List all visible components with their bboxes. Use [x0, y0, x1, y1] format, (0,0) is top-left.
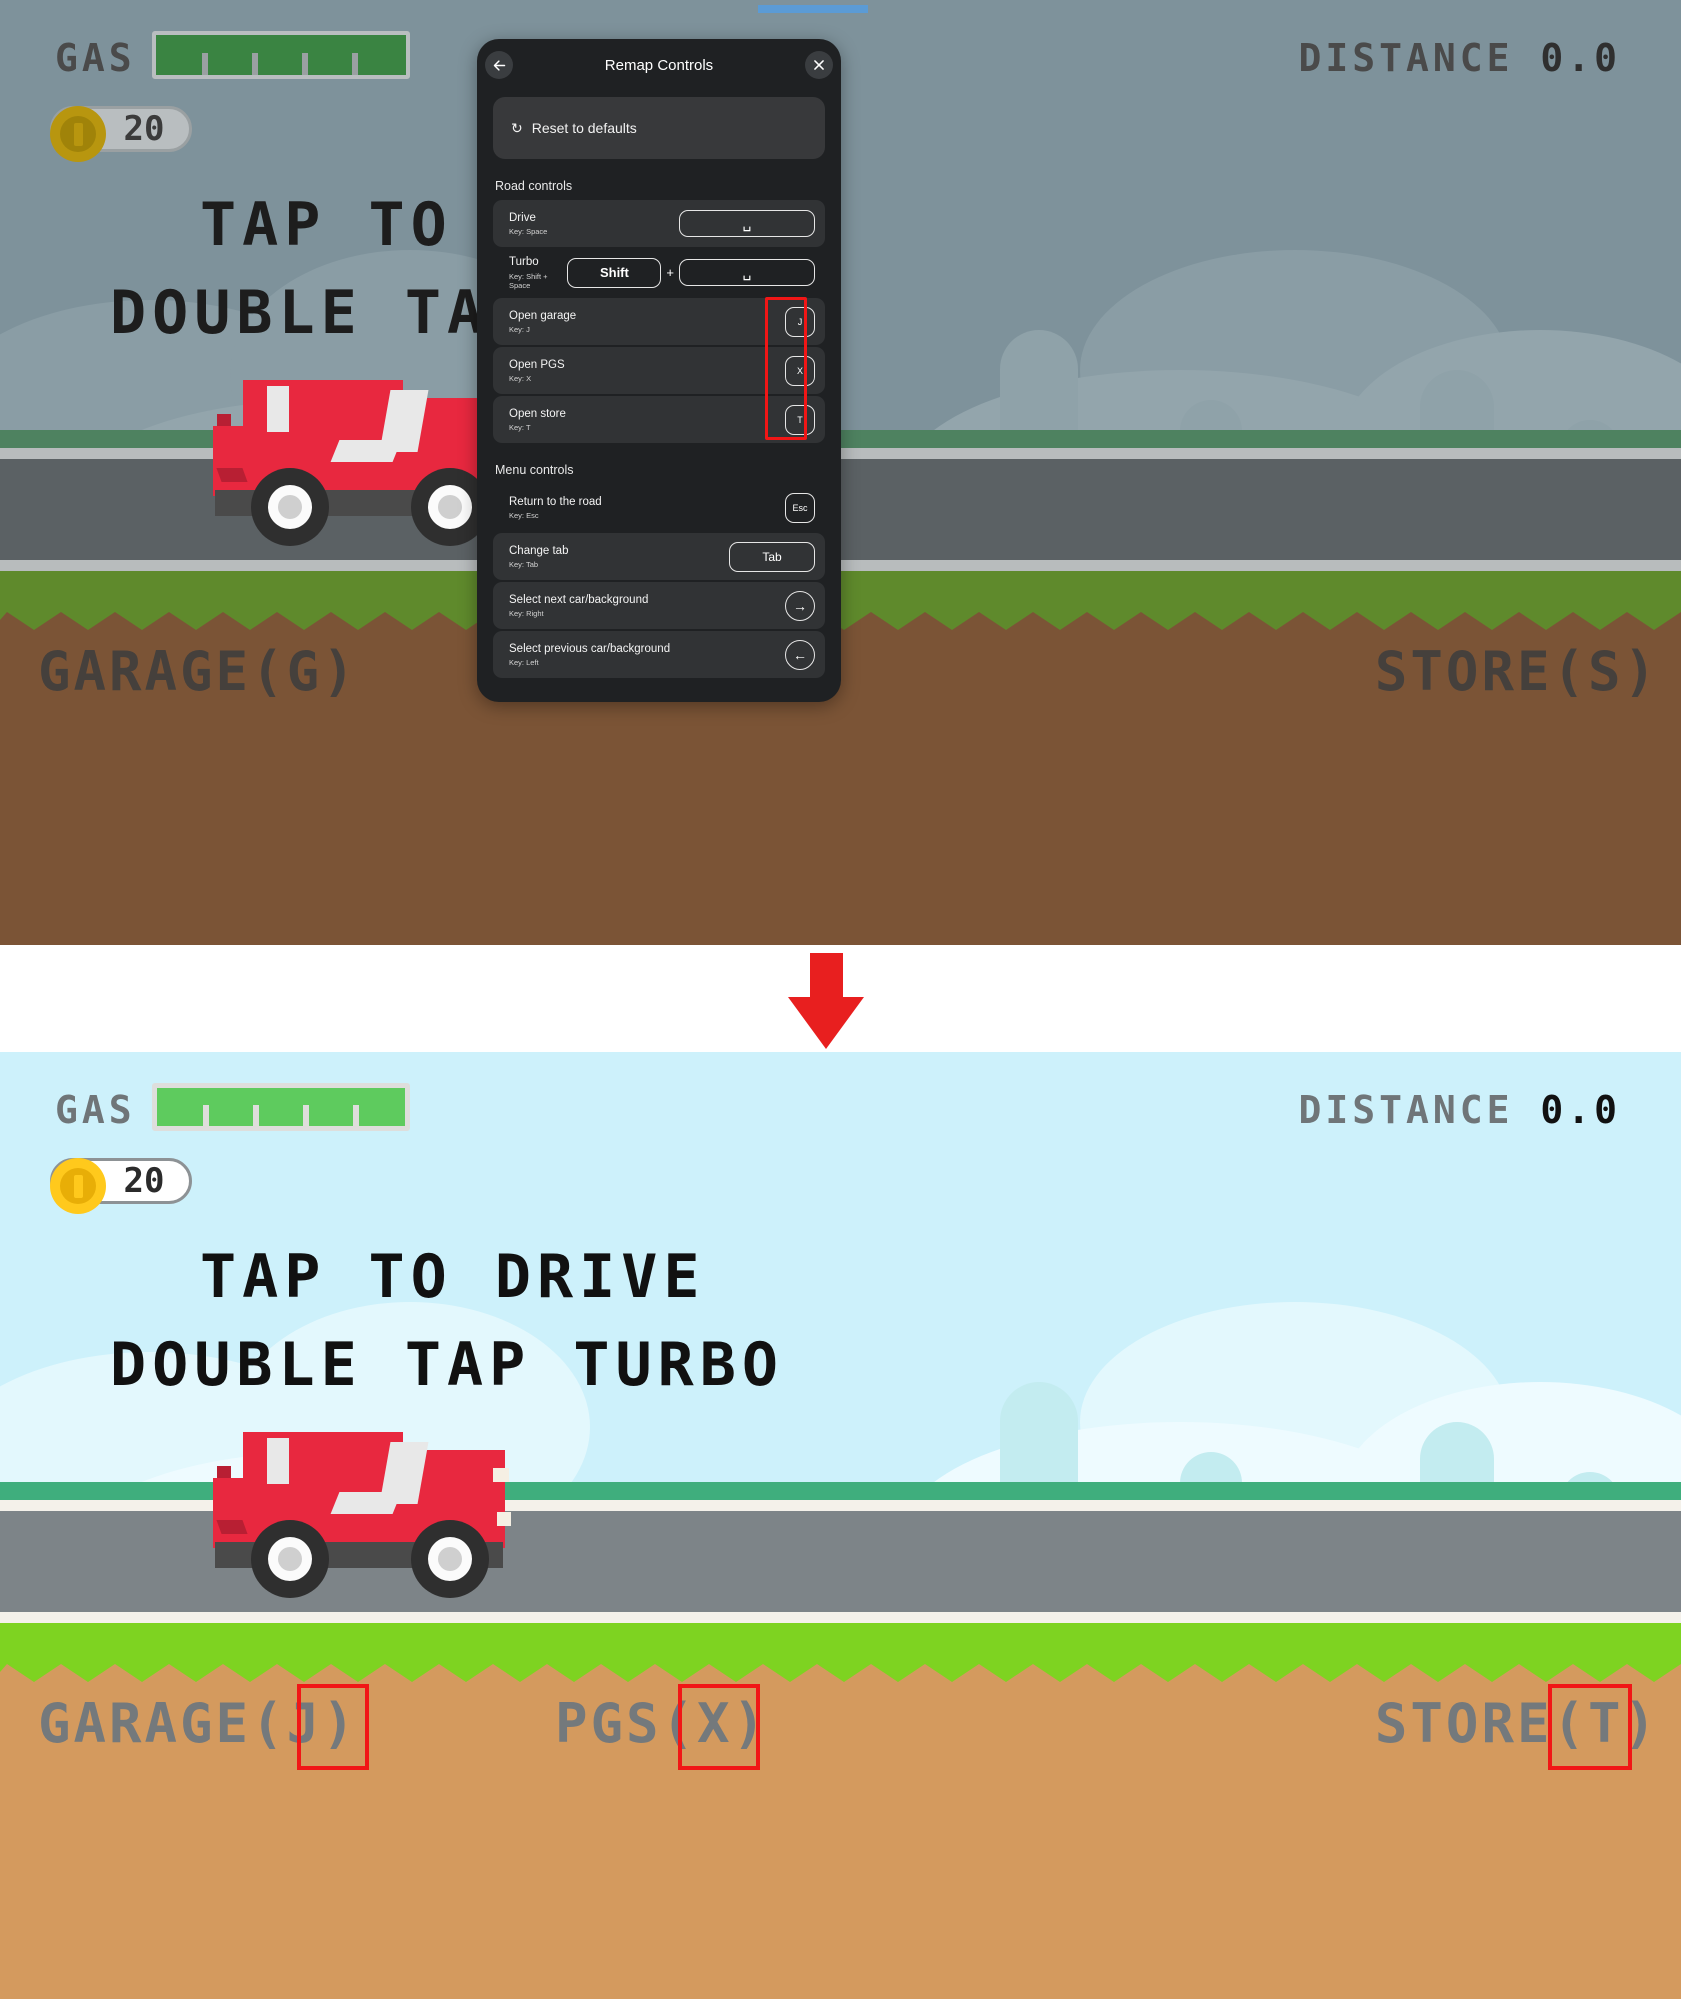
- dialog-title: Remap Controls: [604, 56, 714, 74]
- control-row-select-previous[interactable]: Select previous car/background Key: Left…: [493, 631, 825, 678]
- keycap-esc[interactable]: Esc: [785, 492, 815, 523]
- reset-to-defaults-button[interactable]: ↻ Reset to defaults: [493, 97, 825, 159]
- coin-icon: [50, 1158, 106, 1214]
- distance-readout: DISTANCE 0.0: [1298, 36, 1621, 80]
- screenshot-root: GAS 20 DISTANCE 0.0 TAP TO DRIVE DOUBLE …: [0, 0, 1681, 1999]
- reset-icon: ↻: [511, 120, 523, 136]
- back-button[interactable]: [485, 51, 513, 79]
- game-panel-after: GAS 20 DISTANCE 0.0 TAP TO DRIVE DOUBLE …: [0, 1052, 1681, 1999]
- distance-label: DISTANCE: [1298, 36, 1514, 80]
- control-row-select-next[interactable]: Select next car/background Key: Right →: [493, 582, 825, 629]
- keycap-j[interactable]: J: [785, 306, 815, 337]
- control-key-text: Key: Tab: [509, 560, 539, 570]
- keycap-x[interactable]: X: [785, 355, 815, 386]
- control-row-open-pgs[interactable]: Open PGS Key: X X: [493, 347, 825, 394]
- section-title-road: Road controls: [495, 179, 573, 193]
- road-curb-bottom: [0, 1612, 1681, 1623]
- control-key-text: Key: Esc: [509, 511, 539, 521]
- keycap-arrow-right[interactable]: →: [785, 590, 815, 621]
- control-row-drive[interactable]: Drive Key: Space ␣: [493, 200, 825, 247]
- keycap-t[interactable]: T: [785, 404, 815, 435]
- control-label: Select next car/background: [509, 593, 649, 606]
- nav-store-before[interactable]: STORE(S): [1375, 640, 1659, 703]
- gas-bar: [152, 1083, 410, 1131]
- keycap-label: X: [796, 365, 803, 376]
- control-row-return-to-road[interactable]: Return to the road Key: Esc Esc: [493, 484, 825, 531]
- reset-to-defaults-label: Reset to defaults: [531, 120, 637, 136]
- down-arrow-icon: [810, 953, 843, 1001]
- keycap-space[interactable]: ␣: [679, 259, 815, 286]
- keycap-shift[interactable]: Shift: [567, 257, 662, 288]
- grass-dirt-zigzag: [0, 1648, 1681, 1682]
- control-row-open-store[interactable]: Open store Key: T T: [493, 396, 825, 443]
- control-key-text: Key: Space: [509, 227, 548, 237]
- control-label: Open store: [509, 407, 566, 420]
- keycap-label: Shift: [599, 265, 629, 280]
- control-key-text: Key: Shift + Space: [509, 271, 548, 290]
- control-label: Open garage: [509, 309, 577, 322]
- arrow-left-icon: [493, 59, 505, 71]
- close-icon: [814, 60, 824, 70]
- keycap-label: T: [797, 414, 803, 425]
- keycap-tab[interactable]: Tab: [729, 541, 815, 572]
- control-key-text: Key: Left: [509, 658, 539, 668]
- keycap-arrow-left[interactable]: ←: [785, 639, 815, 670]
- keycap-label: J: [797, 316, 803, 327]
- control-label: Return to the road: [509, 495, 602, 508]
- control-key-text: Key: J: [509, 325, 530, 335]
- remap-controls-dialog: Remap Controls ↻ Reset to defaults Road …: [477, 39, 841, 702]
- control-row-turbo[interactable]: Turbo Key: Shift + Space Shift + ␣: [493, 249, 825, 296]
- control-key-text: Key: T: [509, 423, 531, 433]
- gas-bar: [152, 31, 410, 79]
- nav-garage-after[interactable]: GARAGE(J): [38, 1692, 358, 1755]
- nav-store-after[interactable]: STORE(T): [1375, 1692, 1659, 1755]
- player-car: [205, 1420, 525, 1605]
- plus-separator: +: [666, 265, 674, 280]
- nav-garage-before[interactable]: GARAGE(G): [38, 640, 358, 703]
- blue-marker: [758, 5, 868, 13]
- arrow-left-icon: ←: [793, 646, 807, 663]
- close-button[interactable]: [805, 51, 833, 79]
- control-key-text: Key: X: [509, 374, 532, 384]
- dialog-header: Remap Controls: [477, 39, 841, 91]
- control-label: Change tab: [509, 544, 569, 557]
- keycap-label: ␣: [742, 215, 752, 231]
- keycap-label: Tab: [762, 549, 782, 564]
- control-key-text: Key: Right: [509, 609, 544, 619]
- coin-counter: 20: [50, 1158, 192, 1214]
- menu-controls-list: Return to the road Key: Esc Esc Change t…: [493, 484, 825, 678]
- distance-readout: DISTANCE 0.0: [1298, 1088, 1621, 1132]
- nav-pgs-after[interactable]: PGS(X): [555, 1692, 768, 1755]
- gas-label: GAS: [55, 36, 136, 80]
- control-label: Drive: [509, 211, 536, 224]
- prompt-line-2: DOUBLE TAP TURBO: [110, 1330, 784, 1400]
- control-row-open-garage[interactable]: Open garage Key: J J: [493, 298, 825, 345]
- road-controls-list: Drive Key: Space ␣ Turbo Key: Shift + Sp…: [493, 200, 825, 443]
- control-label: Select previous car/background: [509, 642, 671, 655]
- control-label: Turbo: [509, 256, 539, 269]
- gas-label: GAS: [55, 1088, 136, 1132]
- prompt-line-1: TAP TO DRIVE: [200, 1242, 706, 1312]
- control-label: Open PGS: [509, 358, 565, 371]
- coin-counter: 20: [50, 106, 192, 162]
- coin-icon: [50, 106, 106, 162]
- keycap-label: Esc: [792, 502, 808, 513]
- keycap-label: ␣: [742, 264, 752, 280]
- distance-value: 0.0: [1540, 1088, 1621, 1132]
- section-title-menu: Menu controls: [495, 463, 574, 477]
- control-row-change-tab[interactable]: Change tab Key: Tab Tab: [493, 533, 825, 580]
- keycap-space[interactable]: ␣: [679, 210, 815, 237]
- distance-value: 0.0: [1540, 36, 1621, 80]
- distance-label: DISTANCE: [1298, 1088, 1514, 1132]
- down-arrow-head-icon: [788, 997, 864, 1049]
- arrow-right-icon: →: [793, 597, 807, 614]
- transition-arrow-area: [0, 5, 1681, 1052]
